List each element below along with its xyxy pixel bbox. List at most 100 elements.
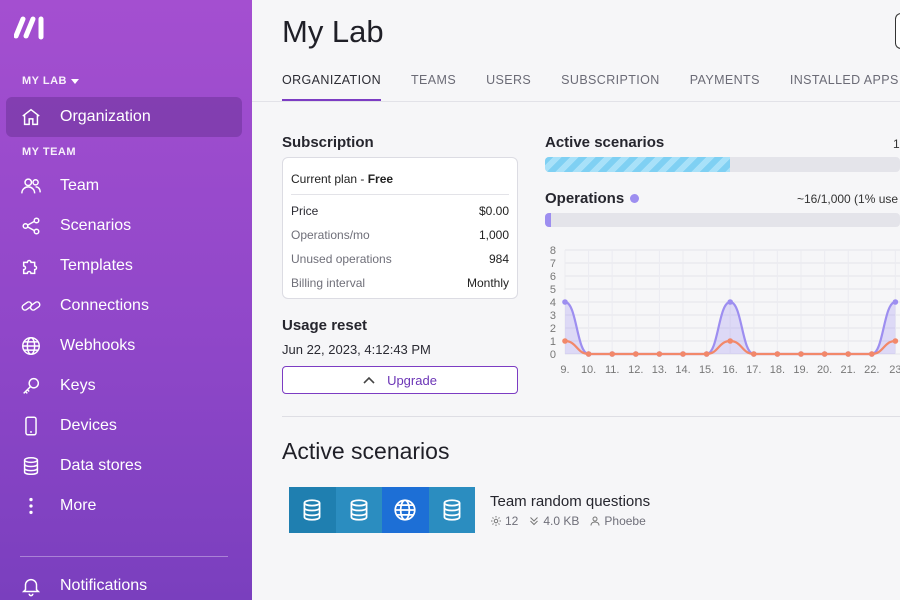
chart-point bbox=[821, 351, 828, 357]
chart-x-tick: 13. bbox=[652, 364, 667, 376]
active-scenarios-progress-fill bbox=[545, 157, 730, 172]
tab-subscription[interactable]: SUBSCRIPTION bbox=[561, 66, 660, 102]
chart-point bbox=[892, 338, 899, 344]
sidebar-item-keys[interactable]: Keys bbox=[6, 366, 242, 406]
database-icon bbox=[23, 457, 39, 475]
globe-icon bbox=[22, 337, 40, 355]
plan-row-label: Unused operations bbox=[291, 252, 392, 266]
plan-row-value: 1,000 bbox=[478, 228, 509, 242]
chart-y-tick: 1 bbox=[550, 336, 556, 348]
tabs-divider bbox=[252, 101, 900, 102]
sidebar-item-templates[interactable]: Templates bbox=[6, 246, 242, 286]
tab-bar: ORGANIZATION TEAMS USERS SUBSCRIPTION PA… bbox=[282, 66, 900, 102]
chart-point bbox=[585, 351, 592, 357]
current-plan-prefix: Current plan - bbox=[291, 172, 368, 186]
active-scenarios-heading: Active scenarios bbox=[282, 438, 450, 464]
chart-x-tick: 16. bbox=[723, 364, 738, 376]
chart-point bbox=[892, 299, 899, 305]
sidebar-item-label: Organization bbox=[60, 108, 151, 125]
user-icon bbox=[590, 516, 600, 526]
sidebar-item-notifications[interactable]: Notifications bbox=[6, 566, 242, 600]
chevron-up-icon bbox=[363, 376, 375, 384]
chart-y-tick: 4 bbox=[550, 297, 556, 309]
tab-installed-apps[interactable]: INSTALLED APPS bbox=[790, 66, 899, 102]
operations-progress-fill bbox=[545, 213, 551, 227]
sidebar: MY LAB Organization MY TEAM Team Scenari… bbox=[0, 0, 252, 600]
gear-icon bbox=[491, 516, 501, 526]
header-action-button[interactable] bbox=[895, 13, 900, 49]
chart-x-tick: 10. bbox=[581, 364, 596, 376]
caret-down-icon bbox=[70, 78, 79, 84]
chart-y-tick: 0 bbox=[550, 349, 556, 361]
chart-point bbox=[845, 351, 851, 357]
tab-users[interactable]: USERS bbox=[486, 66, 531, 102]
chart-x-tick: 11. bbox=[605, 364, 619, 376]
sidebar-item-devices[interactable]: Devices bbox=[6, 406, 242, 446]
bell-icon bbox=[21, 578, 41, 597]
chart-y-tick: 6 bbox=[550, 271, 556, 283]
org-switcher[interactable]: MY LAB bbox=[22, 75, 79, 87]
subscription-title: Subscription bbox=[282, 134, 374, 151]
make-logo-icon[interactable] bbox=[14, 14, 50, 40]
chart-point bbox=[774, 351, 781, 357]
scenario-modules[interactable] bbox=[289, 487, 475, 533]
active-scenarios-progress bbox=[545, 157, 900, 172]
chart-point bbox=[562, 338, 568, 344]
chart-point bbox=[680, 351, 686, 357]
team-section-label: MY TEAM bbox=[22, 146, 77, 158]
sidebar-item-scenarios[interactable]: Scenarios bbox=[6, 206, 242, 246]
key-icon bbox=[23, 377, 40, 394]
chart-y-tick: 5 bbox=[550, 284, 556, 296]
upgrade-button[interactable]: Upgrade bbox=[282, 366, 518, 394]
operations-chart: 0123456789. 10. 11. 12. 13. 14. 15. 16. 17. 18. 19… bbox=[550, 245, 900, 376]
scenario-name-link[interactable]: Team random questions bbox=[490, 493, 650, 510]
plan-row-label: Billing interval bbox=[291, 276, 366, 290]
share-icon bbox=[22, 217, 40, 235]
sidebar-item-webhooks[interactable]: Webhooks bbox=[6, 326, 242, 366]
chevrons-down-icon bbox=[530, 517, 539, 526]
sidebar-item-label: Connections bbox=[60, 297, 149, 314]
phone-icon bbox=[25, 416, 37, 436]
sidebar-item-organization[interactable]: Organization bbox=[6, 97, 242, 137]
sidebar-item-label: Notifications bbox=[60, 577, 148, 594]
plan-row-value: 984 bbox=[488, 252, 509, 266]
tab-teams[interactable]: TEAMS bbox=[411, 66, 456, 102]
org-switcher-label: MY LAB bbox=[22, 75, 67, 87]
plan-row-price: Price $0.00 bbox=[291, 204, 509, 218]
scenario-owner-value: Phoebe bbox=[604, 514, 646, 528]
chart-x-tick: 15. bbox=[699, 364, 714, 376]
active-scenarios-title: Active scenarios bbox=[545, 134, 665, 151]
sidebar-divider bbox=[20, 556, 228, 557]
chart-x-tick: 17. bbox=[746, 364, 761, 376]
sidebar-item-data-stores[interactable]: Data stores bbox=[6, 446, 242, 486]
sidebar-item-label: More bbox=[60, 497, 97, 514]
tab-payments[interactable]: PAYMENTS bbox=[690, 66, 760, 102]
sidebar-item-team[interactable]: Team bbox=[6, 166, 242, 206]
chart-x-tick: 23 bbox=[889, 364, 900, 376]
operations-count: ~16/1,000 (1% use bbox=[797, 192, 899, 206]
main-content: My Lab ORGANIZATION TEAMS USERS SUBSCRIP… bbox=[252, 0, 900, 600]
chart-point bbox=[869, 351, 875, 357]
scenario-module-http bbox=[382, 487, 429, 533]
current-plan: Current plan - Free bbox=[291, 172, 393, 186]
database-icon bbox=[350, 499, 368, 521]
scenario-owner: Phoebe bbox=[589, 514, 646, 528]
globe-icon bbox=[394, 499, 416, 521]
plan-row-label: Price bbox=[291, 204, 319, 218]
sidebar-item-label: Webhooks bbox=[60, 337, 136, 354]
sidebar-item-more[interactable]: More bbox=[6, 486, 242, 526]
scenario-meta: 12 4.0 KB Phoebe bbox=[490, 514, 646, 528]
plan-row-operations: Operations/mo 1,000 bbox=[291, 228, 509, 242]
sidebar-item-label: Devices bbox=[60, 417, 117, 434]
chart-x-tick: 14. bbox=[675, 364, 690, 376]
users-icon bbox=[21, 178, 41, 194]
chart-x-tick: 9. bbox=[560, 364, 569, 376]
scenario-module-datastore bbox=[289, 487, 336, 533]
home-icon bbox=[22, 108, 40, 126]
sidebar-item-connections[interactable]: Connections bbox=[6, 286, 242, 326]
chart-point bbox=[609, 351, 615, 357]
operations-legend-dot bbox=[630, 194, 640, 203]
tab-organization[interactable]: ORGANIZATION bbox=[282, 66, 382, 102]
plan-divider bbox=[291, 194, 509, 195]
chart-point bbox=[751, 351, 757, 357]
